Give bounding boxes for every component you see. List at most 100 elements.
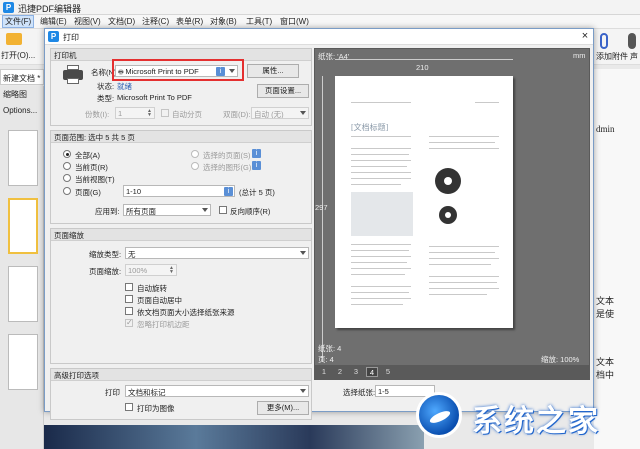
- page-navigator: 1 2 3 4 5: [315, 365, 589, 379]
- menu-object[interactable]: 对象(B): [208, 16, 239, 27]
- apply-to-select[interactable]: 所有页面: [123, 204, 211, 216]
- reverse-order-label: 反向顺序(R): [230, 207, 271, 216]
- properties-button[interactable]: 属性...: [247, 64, 299, 78]
- page-thumbnail-selected[interactable]: [8, 198, 38, 254]
- pages-radio[interactable]: [63, 187, 71, 195]
- menu-document[interactable]: 文档(D): [106, 16, 137, 27]
- page-button-current[interactable]: 4: [366, 367, 378, 377]
- app-menubar: 文件(F) 编辑(E) 视图(V) 文档(D) 注释(C) 表单(R) 对象(B…: [0, 15, 640, 29]
- reverse-order-checkbox[interactable]: [219, 206, 227, 214]
- menu-comment[interactable]: 注释(C): [140, 16, 171, 27]
- menu-view[interactable]: 视图(V): [72, 16, 103, 27]
- pages-label: 页面(G): [75, 188, 101, 197]
- more-button[interactable]: 更多(M)...: [257, 401, 309, 415]
- duplex-select[interactable]: 自动 (无): [251, 107, 309, 119]
- info-icon: i: [252, 161, 261, 170]
- attachment-icon[interactable]: [600, 33, 608, 49]
- advanced-options-section: 高级打印选项 打印 文档和标记 打印为图像 更多(M)...: [50, 368, 312, 420]
- collate-checkbox[interactable]: [161, 109, 169, 117]
- paper-info: 纸张: 4: [318, 344, 342, 353]
- selected-pages-radio[interactable]: [191, 150, 199, 158]
- page-button[interactable]: 2: [334, 367, 346, 377]
- info-icon: i: [252, 149, 261, 158]
- menu-window[interactable]: 窗口(W): [278, 16, 311, 27]
- thumbnail-panel: 缩略图 Options...: [0, 86, 44, 449]
- menu-file[interactable]: 文件(F): [2, 15, 35, 28]
- selected-pages-label: 选择的页面(S): [203, 151, 251, 160]
- open-folder-icon[interactable]: [6, 33, 22, 45]
- page-thumbnail[interactable]: [8, 266, 38, 322]
- select-paper-label: 选择纸张:: [343, 388, 376, 397]
- copies-input[interactable]: 1 ▲ ▼: [115, 107, 155, 119]
- doc-text-fragment: dmin: [596, 124, 615, 134]
- thumbnails-label[interactable]: 缩略图: [3, 89, 27, 100]
- open-button-label[interactable]: 打开(O)...: [1, 50, 35, 61]
- chevron-down-icon: [202, 208, 208, 212]
- print-as-image-checkbox[interactable]: [125, 403, 133, 411]
- menu-form[interactable]: 表单(R): [174, 16, 205, 27]
- print-preview: 纸张: 'A4' mm 210 297 [文档标题] 纸张: 4 页: 4 缩放…: [314, 48, 590, 380]
- gear-image: [439, 206, 457, 224]
- paper-size-label: 纸张: 'A4': [318, 52, 350, 61]
- width-ruler: [335, 59, 513, 60]
- print-as-image-label: 打印为图像: [137, 404, 175, 413]
- printer-icon: [63, 65, 83, 85]
- page-scaling-section: 页面缩放 缩放类型: 无 页面缩放: 100% ▲ ▼ 自动旋转 页面自动居中 依…: [50, 228, 312, 364]
- current-view-radio[interactable]: [63, 174, 71, 182]
- menu-tools[interactable]: 工具(T): [244, 16, 274, 27]
- info-icon: i: [224, 187, 233, 196]
- collate-label: 自动分页: [172, 110, 202, 119]
- ignore-margins-checkbox[interactable]: [125, 318, 133, 327]
- page-thumbnail[interactable]: [8, 130, 38, 186]
- preview-page: [文档标题]: [335, 76, 513, 328]
- page-setup-button[interactable]: 页面设置...: [257, 84, 309, 98]
- page-thumbnail[interactable]: [8, 334, 38, 390]
- page-range-section: 页面范围: 选中 5 共 5 页 全部(A) 当前页(R) 当前视图(T) 页面…: [50, 130, 312, 224]
- page-info: 页: 4: [318, 355, 334, 364]
- section-title: 页面范围: 选中 5 共 5 页: [51, 131, 311, 143]
- document-image: [44, 425, 424, 449]
- type-value: Microsoft Print To PDF: [117, 93, 192, 102]
- all-pages-label: 全部(A): [75, 151, 100, 160]
- preview-doc-title: [文档标题]: [351, 123, 389, 132]
- document-tab[interactable]: 新建文档 *: [0, 69, 44, 85]
- auto-rotate-checkbox[interactable]: [125, 283, 133, 291]
- selected-graphics-radio[interactable]: [191, 162, 199, 170]
- page-button[interactable]: 5: [382, 367, 394, 377]
- stepper-icon: ▲ ▼: [147, 108, 152, 118]
- dialog-title: 打印: [63, 33, 79, 42]
- duplex-label: 双面(D):: [223, 110, 251, 119]
- app-title: 迅捷PDF编辑器: [18, 4, 82, 14]
- chevron-down-icon: [300, 251, 306, 255]
- scale-type-label: 缩放类型:: [89, 250, 122, 259]
- doc-text-fragment: 文本: [596, 357, 615, 367]
- doc-text-fragment: 文本: [596, 296, 615, 306]
- current-page-radio[interactable]: [63, 162, 71, 170]
- status-label: 状态:: [97, 82, 115, 91]
- watermark-text: 系统之家: [472, 404, 600, 439]
- chevron-down-icon: [300, 389, 306, 393]
- menu-edit[interactable]: 编辑(E): [38, 16, 69, 27]
- stepper-icon: ▲ ▼: [169, 265, 174, 275]
- options-button[interactable]: Options...: [3, 106, 37, 115]
- all-pages-radio[interactable]: [63, 150, 71, 158]
- page-button[interactable]: 3: [350, 367, 362, 377]
- scale-type-select[interactable]: 无: [125, 247, 309, 259]
- gear-image: [435, 168, 461, 194]
- pages-total: (总计 5 页): [239, 188, 275, 197]
- copies-label: 份数(I):: [85, 110, 110, 119]
- page-button[interactable]: 1: [318, 367, 330, 377]
- print-what-select[interactable]: 文档和标记: [125, 385, 309, 397]
- pages-input[interactable]: 1-10 i: [123, 185, 235, 197]
- audio-label[interactable]: 声: [630, 51, 638, 62]
- auto-center-checkbox[interactable]: [125, 295, 133, 303]
- watermark-logo-icon: [416, 392, 462, 438]
- page-zoom-input[interactable]: 100% ▲ ▼: [125, 264, 177, 276]
- selected-graphics-label: 选择的图形(G): [203, 163, 252, 172]
- width-value: 210: [416, 63, 429, 72]
- paper-by-size-checkbox[interactable]: [125, 307, 133, 315]
- audio-icon[interactable]: [628, 33, 636, 49]
- add-attachment-label[interactable]: 添加附件: [596, 51, 628, 62]
- section-title: 页面缩放: [51, 229, 311, 241]
- close-icon[interactable]: ×: [579, 30, 591, 43]
